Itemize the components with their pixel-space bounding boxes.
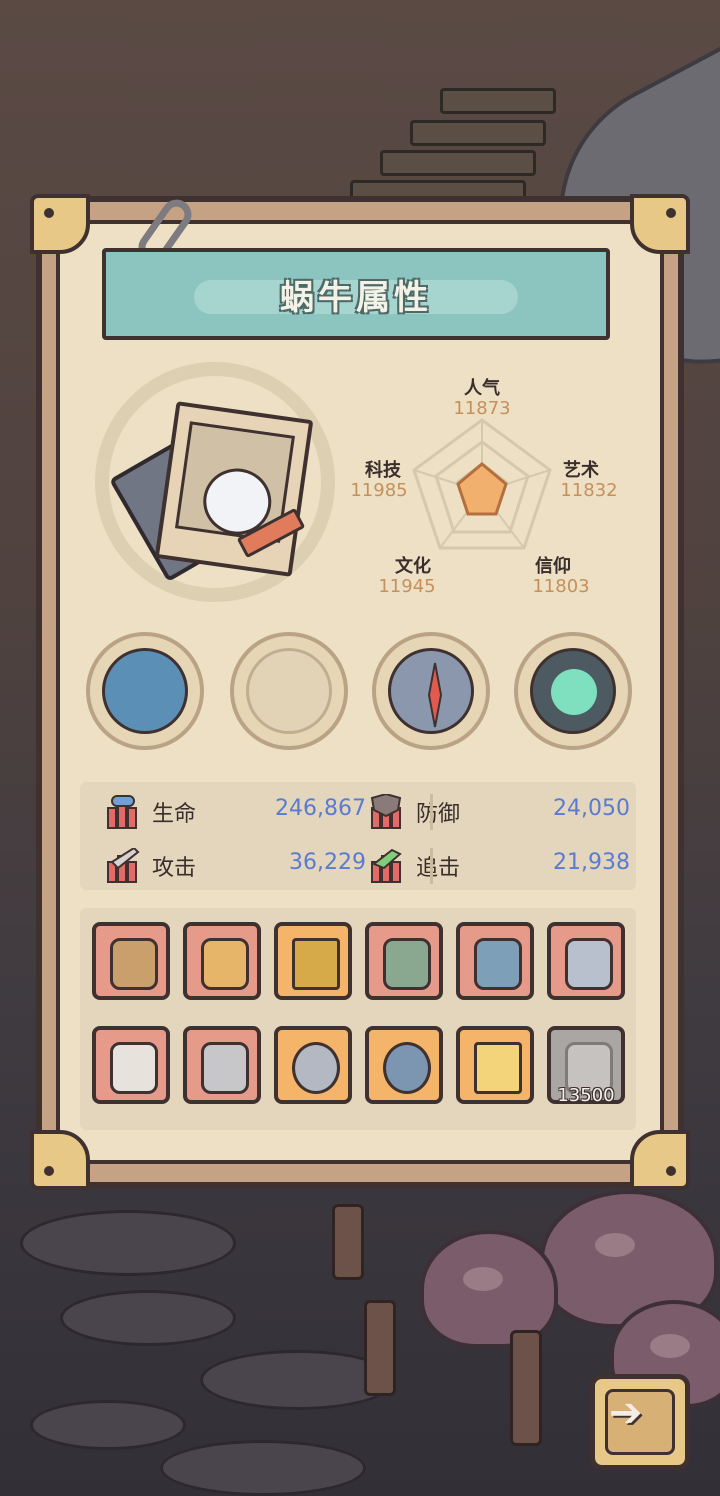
divider xyxy=(430,848,433,884)
stat-row-health: 生命 246,867 xyxy=(106,790,376,834)
equip-slot-crossbow[interactable] xyxy=(92,922,170,1000)
stat-row-defense: 防御 24,050 xyxy=(370,790,640,834)
attack-icon xyxy=(106,846,146,884)
health-icon xyxy=(106,794,146,830)
stat-label-art: 艺术 xyxy=(563,460,599,481)
radar-chart: 人气 11873 艺术 11832 信仰 11803 文化 11945 科技 1… xyxy=(350,378,650,620)
radar-fill xyxy=(456,462,508,516)
stat-name-defense: 防御 xyxy=(416,802,461,827)
crown-icon xyxy=(292,938,340,990)
dagger-icon xyxy=(201,1042,249,1094)
stat-row-attack: 攻击 36,229 xyxy=(106,844,376,888)
arrow-right-icon: ➔ xyxy=(609,1390,643,1436)
armor-icon xyxy=(110,1042,158,1094)
panel-corner xyxy=(30,1130,90,1190)
fence-post xyxy=(510,1330,542,1446)
equipment-grid: 13500 xyxy=(80,908,636,1130)
stat-name-health: 生命 xyxy=(152,802,197,827)
photo xyxy=(154,401,314,577)
cannon-icon xyxy=(474,938,522,990)
stat-value-culture: 11945 xyxy=(378,576,436,597)
stat-value-pursuit: 21,938 xyxy=(553,850,630,875)
panel-corner xyxy=(30,194,90,254)
hammer-icon xyxy=(383,938,431,990)
crossbow-icon xyxy=(110,938,158,990)
sword-icon xyxy=(474,1042,522,1094)
equip-slot-diving-helmet[interactable] xyxy=(365,1026,443,1104)
stone xyxy=(60,1290,236,1346)
panel-corner xyxy=(630,194,690,254)
equip-slot-mace[interactable] xyxy=(183,922,261,1000)
stat-value-tech: 11985 xyxy=(350,480,408,501)
stat-value-faith: 11803 xyxy=(532,576,590,597)
stat-label-culture: 文化 xyxy=(395,556,431,577)
defense-icon xyxy=(370,792,410,830)
plank xyxy=(380,150,536,176)
combat-stats: 生命 246,867 防御 24,050 攻击 36,229 追击 21,938 xyxy=(80,782,636,890)
equip-slot-cannon[interactable] xyxy=(456,922,534,1000)
stone xyxy=(20,1210,236,1276)
medallion-portal[interactable] xyxy=(514,632,632,750)
stat-name-pursuit: 追击 xyxy=(416,856,461,881)
stat-row-pursuit: 追击 21,938 xyxy=(370,844,640,888)
stat-label-faith: 信仰 xyxy=(535,556,571,577)
scepter-icon xyxy=(565,938,613,990)
next-button[interactable]: ➔ xyxy=(590,1374,690,1470)
ring-icon xyxy=(292,1042,340,1094)
equip-slot-scepter[interactable] xyxy=(547,922,625,1000)
snail-portrait[interactable] xyxy=(109,400,314,583)
divider xyxy=(430,794,433,830)
stone xyxy=(160,1440,366,1496)
mace-icon xyxy=(201,938,249,990)
stone xyxy=(30,1400,186,1450)
unlock-cost: 13500 xyxy=(557,1085,615,1106)
spiky-monster-icon xyxy=(102,648,188,734)
stat-value-health: 246,867 xyxy=(275,796,366,821)
medallion-spiky-monster[interactable] xyxy=(86,632,204,750)
portal-icon xyxy=(530,648,616,734)
fence-post xyxy=(332,1204,364,1280)
pursuit-icon xyxy=(370,848,410,884)
stat-label-tech: 科技 xyxy=(365,460,401,481)
equip-slot-dagger[interactable] xyxy=(183,1026,261,1104)
page-title: 蜗牛属性 xyxy=(280,278,432,318)
equip-slot-rose-locked[interactable]: 13500 xyxy=(547,1026,625,1106)
stat-label-popularity: 人气 xyxy=(464,378,500,399)
stat-value-defense: 24,050 xyxy=(553,796,630,821)
title-banner: 蜗牛属性 xyxy=(102,248,610,340)
stat-name-attack: 攻击 xyxy=(152,856,197,881)
plank xyxy=(440,88,556,114)
stat-value-art: 11832 xyxy=(560,480,618,501)
stat-value-attack: 36,229 xyxy=(289,850,366,875)
equip-slot-sword[interactable] xyxy=(456,1026,534,1104)
medallion-shell[interactable] xyxy=(230,632,348,750)
compass-icon xyxy=(388,648,474,734)
equip-slot-armor[interactable] xyxy=(92,1026,170,1104)
medallion-compass[interactable] xyxy=(372,632,490,750)
plank xyxy=(410,120,546,146)
equip-slot-crown[interactable] xyxy=(274,922,352,1000)
fence-post xyxy=(364,1300,396,1396)
stat-value-popularity: 11873 xyxy=(453,398,511,419)
diving-helmet-icon xyxy=(383,1042,431,1094)
panel-corner xyxy=(630,1130,690,1190)
shell-icon xyxy=(246,648,332,734)
equip-slot-ring[interactable] xyxy=(274,1026,352,1104)
equip-slot-hammer[interactable] xyxy=(365,922,443,1000)
